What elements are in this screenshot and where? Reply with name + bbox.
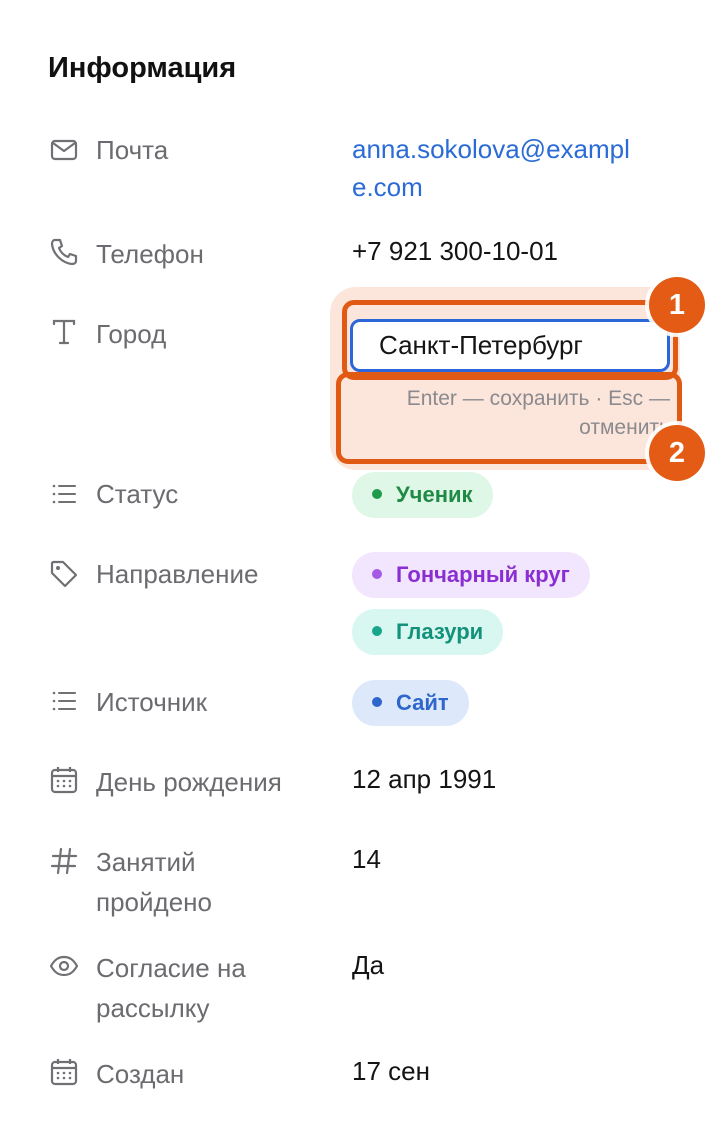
section-title: Информация bbox=[48, 52, 237, 84]
field-label-direction: Направление bbox=[96, 559, 259, 589]
field-label-city: Город bbox=[96, 319, 167, 349]
email-link[interactable]: anna.sokolova@example.com bbox=[352, 130, 642, 206]
edit-hint: Enter — сохранить · Esc — отменить bbox=[406, 387, 670, 439]
direction-tag-text: Гончарный круг bbox=[396, 562, 570, 587]
field-label-created: Создан bbox=[96, 1059, 185, 1089]
field-label-lessons: Занятий пройдено bbox=[96, 847, 212, 917]
calendar-icon bbox=[48, 1056, 80, 1088]
field-label-phone: Телефон bbox=[96, 239, 204, 269]
hash-icon bbox=[48, 845, 80, 877]
direction-tag-text: Глазури bbox=[396, 619, 484, 644]
source-tag[interactable]: Сайт bbox=[352, 680, 469, 726]
source-tag-text: Сайт bbox=[396, 690, 449, 715]
field-label-status: Статус bbox=[96, 479, 179, 509]
field-label-source: Источник bbox=[96, 687, 207, 717]
phone-icon bbox=[48, 236, 80, 268]
field-label-birthday: День рождения bbox=[96, 767, 282, 797]
field-label-consent: Согласие на рассылку bbox=[96, 953, 246, 1023]
status-dot bbox=[372, 489, 382, 500]
lessons-value[interactable]: 14 bbox=[352, 840, 642, 878]
status-tag-text: Ученик bbox=[396, 482, 473, 507]
birthday-value[interactable]: 12 апр 1991 bbox=[352, 760, 642, 798]
created-value: 17 сен bbox=[352, 1056, 430, 1086]
tag-icon bbox=[48, 558, 80, 590]
annotation-badge-2: 2 bbox=[649, 425, 705, 481]
calendar-icon bbox=[48, 764, 80, 796]
direction-dot bbox=[372, 626, 382, 637]
phone-value[interactable]: +7 921 300-10-01 bbox=[352, 232, 642, 270]
direction-tag[interactable]: Глазури bbox=[352, 609, 504, 655]
direction-tag[interactable]: Гончарный круг bbox=[352, 552, 590, 598]
status-tag[interactable]: Ученик bbox=[352, 472, 493, 518]
list-icon bbox=[48, 685, 80, 717]
eye-icon bbox=[48, 950, 80, 982]
mail-icon bbox=[48, 134, 80, 166]
city-input[interactable] bbox=[350, 319, 670, 372]
direction-dot bbox=[372, 569, 382, 580]
list-icon bbox=[48, 478, 80, 510]
source-dot bbox=[372, 697, 382, 708]
annotation-badge-1: 1 bbox=[649, 277, 705, 333]
text-icon bbox=[48, 316, 80, 348]
consent-value[interactable]: Да bbox=[352, 946, 642, 984]
field-label-email: Почта bbox=[96, 135, 169, 165]
